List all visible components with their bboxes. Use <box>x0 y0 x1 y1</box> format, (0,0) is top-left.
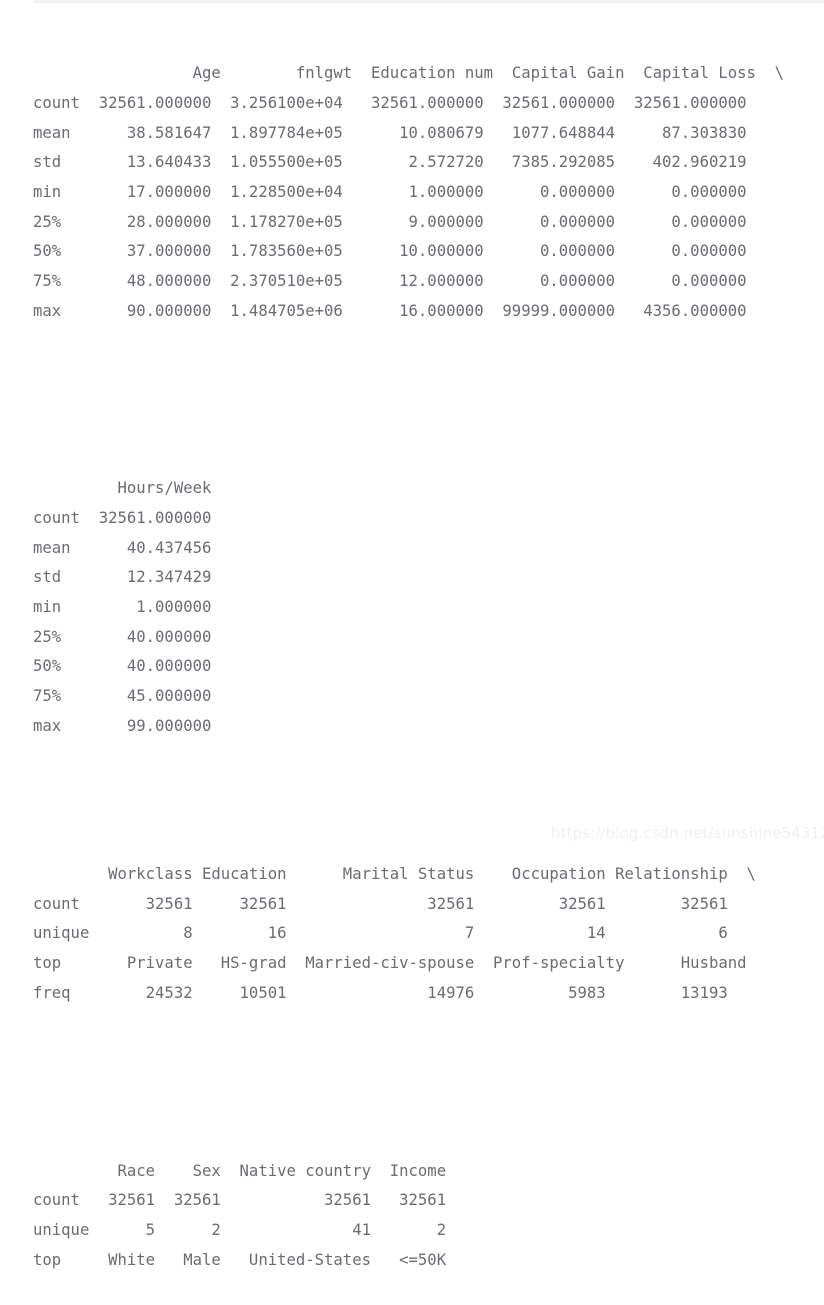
dataframe-block-categorical-1: Workclass Education Marital Status Occup… <box>33 865 756 1002</box>
site-watermark: https://blog.csdn.net/sunshine543123 <box>551 824 824 842</box>
block-gap-3 <box>33 1068 824 1098</box>
block-gap-1 <box>33 386 824 416</box>
dataframe-block-numeric-2: Hours/Week count 32561.000000 mean 40.43… <box>33 479 212 735</box>
dataframe-block-numeric-1: Age fnlgwt Education num Capital Gain Ca… <box>33 64 785 320</box>
dataframe-block-categorical-2: Race Sex Native country Income count 325… <box>33 1161 447 1269</box>
console-output-area: Age fnlgwt Education num Capital Gain Ca… <box>33 0 824 1268</box>
